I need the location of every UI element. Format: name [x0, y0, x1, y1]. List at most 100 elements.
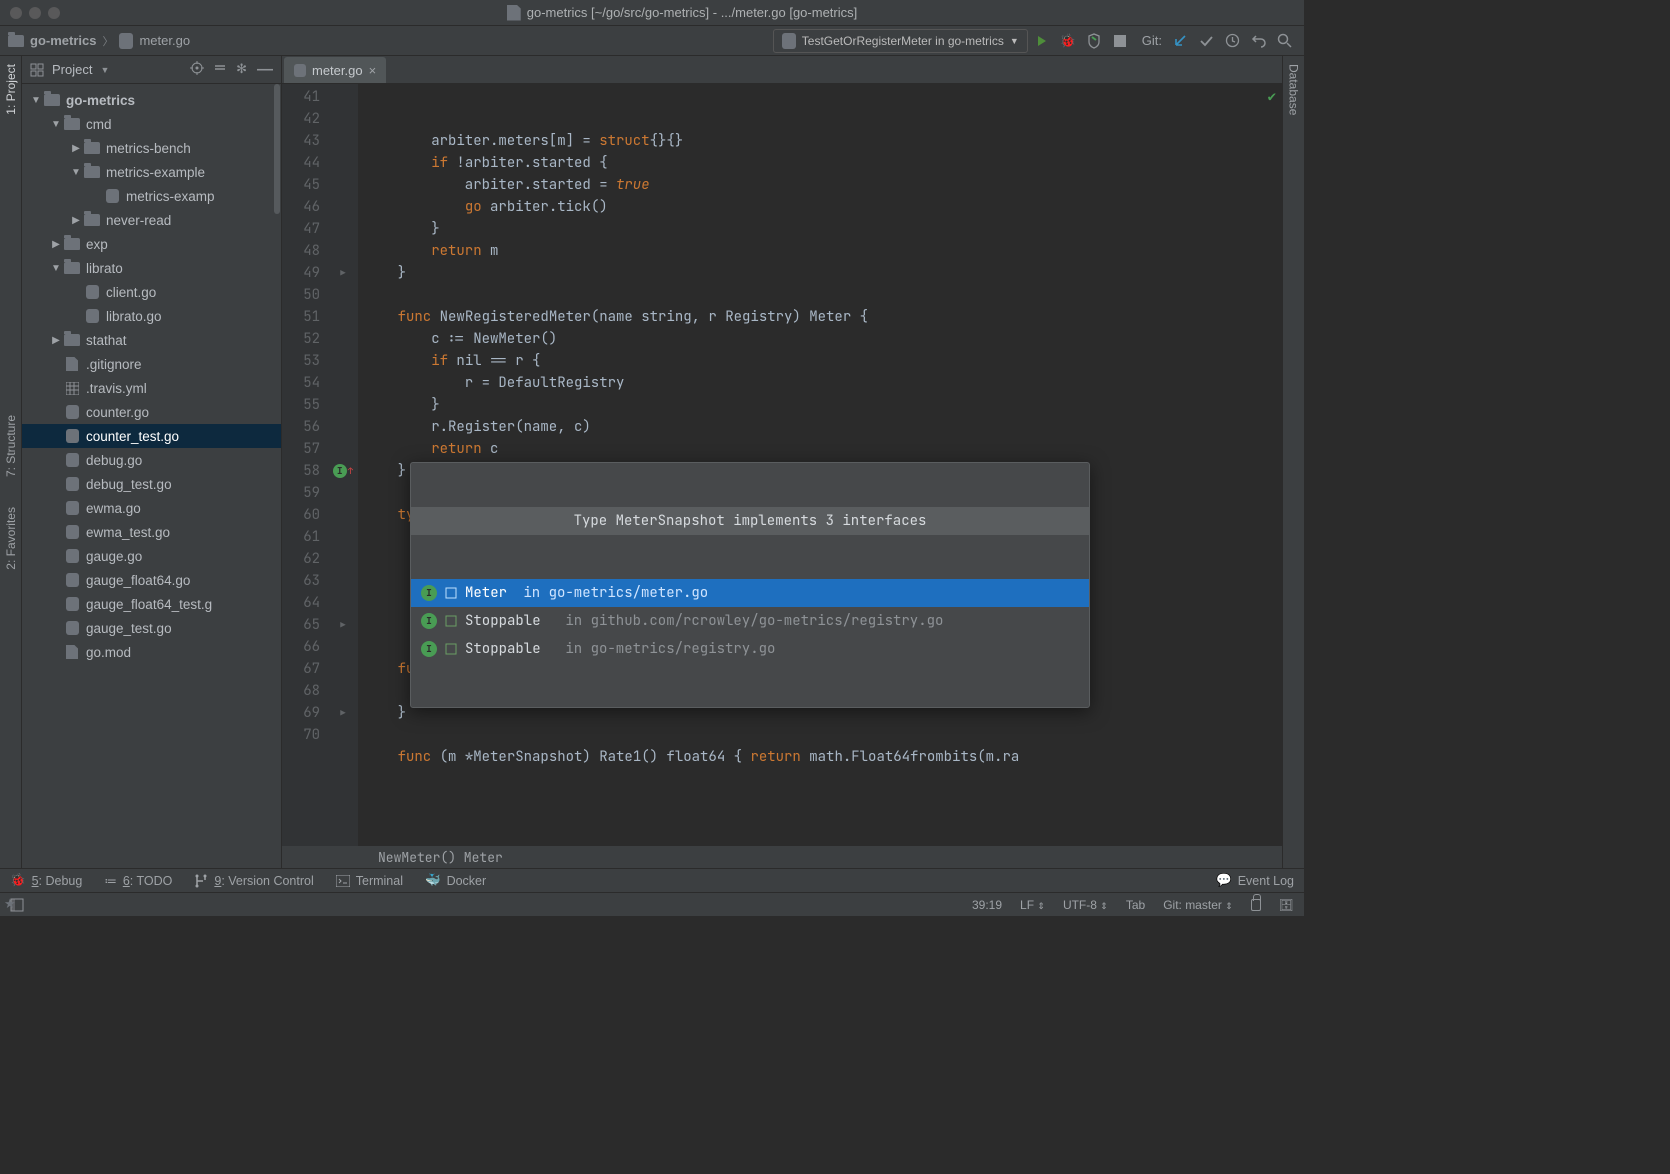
code-line[interactable]: }	[364, 394, 1282, 416]
code-line[interactable]: if nil == r {	[364, 350, 1282, 372]
code-line[interactable]: func (m *MeterSnapshot) Rate1() float64 …	[364, 746, 1282, 768]
editor-breadcrumb[interactable]: NewMeter() Meter	[282, 846, 1282, 868]
caret-position[interactable]: 39:19	[972, 898, 1002, 912]
tree-item[interactable]: counter.go	[22, 400, 281, 424]
todo-tool-tab[interactable]: ≔ 6: TODO	[104, 873, 172, 888]
tree-item[interactable]: counter_test.go	[22, 424, 281, 448]
tree-item[interactable]: ▶never-read	[22, 208, 281, 232]
breadcrumb[interactable]: go-metrics 〉 meter.go	[8, 33, 190, 49]
code-line[interactable]: if !arbiter.started {	[364, 152, 1282, 174]
lock-icon[interactable]	[1251, 899, 1261, 911]
project-tree[interactable]: ▼go-metrics▼cmd▶metrics-bench▼metrics-ex…	[22, 84, 281, 868]
indent-setting[interactable]: Tab	[1126, 898, 1145, 912]
code-line[interactable]	[364, 284, 1282, 306]
tree-arrow-icon[interactable]: ▼	[70, 167, 82, 178]
implements-item[interactable]: IMeter in go-metrics/meter.go	[411, 579, 1089, 607]
inspection-ok-icon[interactable]: ✔	[1268, 88, 1276, 106]
tree-item[interactable]: ▼metrics-example	[22, 160, 281, 184]
close-tab-icon[interactable]: ×	[369, 63, 377, 78]
tree-item[interactable]: debug.go	[22, 448, 281, 472]
vcs-commit-button[interactable]	[1194, 29, 1218, 53]
project-panel-title[interactable]: Project	[52, 62, 92, 77]
tree-item[interactable]: gauge_test.go	[22, 616, 281, 640]
tree-item[interactable]: metrics-examp	[22, 184, 281, 208]
editor-body[interactable]: 4142434445464748495051525354555657585960…	[282, 84, 1282, 846]
tree-arrow-icon[interactable]: ▼	[30, 95, 42, 106]
implements-item[interactable]: IStoppable in go-metrics/registry.go	[411, 635, 1089, 663]
tree-arrow-icon[interactable]: ▶	[70, 143, 82, 154]
tree-item[interactable]: gauge.go	[22, 544, 281, 568]
expand-all-icon[interactable]	[214, 61, 226, 79]
memory-indicator[interactable]: 🗄	[1279, 898, 1294, 912]
tree-item[interactable]: ewma.go	[22, 496, 281, 520]
code-line[interactable]: return m	[364, 240, 1282, 262]
file-encoding[interactable]: UTF-8 ⇕	[1063, 898, 1108, 912]
vcs-revert-button[interactable]	[1246, 29, 1270, 53]
tree-item[interactable]: client.go	[22, 280, 281, 304]
stop-button[interactable]	[1108, 29, 1132, 53]
code-line[interactable]: arbiter.started = true	[364, 174, 1282, 196]
code-line[interactable]: c := NewMeter()	[364, 328, 1282, 350]
tree-item[interactable]: .travis.yml	[22, 376, 281, 400]
breadcrumb-project[interactable]: go-metrics	[30, 33, 96, 48]
code-line[interactable]: return c	[364, 438, 1282, 460]
code-line[interactable]	[364, 768, 1282, 790]
database-tool-tab[interactable]: Database	[1287, 64, 1301, 115]
vcs-history-button[interactable]	[1220, 29, 1244, 53]
maximize-window-button[interactable]	[48, 7, 60, 19]
code-line[interactable]: r = DefaultRegistry	[364, 372, 1282, 394]
implements-item[interactable]: IStoppable in github.com/rcrowley/go-met…	[411, 607, 1089, 635]
run-button[interactable]	[1030, 29, 1054, 53]
hide-panel-icon[interactable]: —	[257, 61, 273, 79]
code-line[interactable]: arbiter.meters[m] = struct{}{}	[364, 130, 1282, 152]
gutter-icons[interactable]: ▶I↑▶▶	[328, 84, 358, 846]
version-control-tool-tab[interactable]: 9: Version Control	[194, 874, 313, 888]
tree-item[interactable]: ▼cmd	[22, 112, 281, 136]
tree-item[interactable]: librato.go	[22, 304, 281, 328]
code-line[interactable]: func NewRegisteredMeter(name string, r R…	[364, 306, 1282, 328]
vcs-update-button[interactable]	[1168, 29, 1192, 53]
code-line[interactable]: }	[364, 218, 1282, 240]
tab-meter-go[interactable]: meter.go ×	[284, 57, 386, 83]
tree-item[interactable]: ▶exp	[22, 232, 281, 256]
tree-item[interactable]: .gitignore	[22, 352, 281, 376]
line-separator[interactable]: LF ⇕	[1020, 898, 1045, 912]
tree-item[interactable]: ▶stathat	[22, 328, 281, 352]
search-button[interactable]	[1272, 29, 1296, 53]
code-line[interactable]	[364, 724, 1282, 746]
tree-item[interactable]: go.mod	[22, 640, 281, 664]
structure-tool-tab[interactable]: 7: Structure	[4, 415, 18, 477]
locate-icon[interactable]	[190, 61, 204, 79]
close-window-button[interactable]	[10, 7, 22, 19]
code-line[interactable]: r.Register(name, c)	[364, 416, 1282, 438]
chevron-down-icon[interactable]: ▼	[100, 65, 109, 75]
tree-arrow-icon[interactable]: ▼	[50, 263, 62, 274]
tree-item[interactable]: ▶metrics-bench	[22, 136, 281, 160]
code-line[interactable]: }	[364, 262, 1282, 284]
tree-item[interactable]: debug_test.go	[22, 472, 281, 496]
minimize-window-button[interactable]	[29, 7, 41, 19]
event-log-tab[interactable]: 💬 Event Log	[1216, 873, 1294, 888]
tree-scrollbar-thumb[interactable]	[274, 84, 280, 214]
tree-arrow-icon[interactable]: ▶	[50, 335, 62, 346]
breadcrumb-file[interactable]: meter.go	[139, 33, 190, 48]
tree-item[interactable]: ▼librato	[22, 256, 281, 280]
run-config-select[interactable]: TestGetOrRegisterMeter in go-metrics ▼	[773, 29, 1028, 53]
tree-item[interactable]: gauge_float64_test.g	[22, 592, 281, 616]
code-line[interactable]: go arbiter.tick()	[364, 196, 1282, 218]
docker-tool-tab[interactable]: 🐳 Docker	[425, 873, 486, 888]
coverage-button[interactable]	[1082, 29, 1106, 53]
gear-icon[interactable]: ✻	[236, 61, 247, 79]
tree-arrow-icon[interactable]: ▶	[70, 215, 82, 226]
tree-item[interactable]: ewma_test.go	[22, 520, 281, 544]
debug-tool-tab[interactable]: 🐞 5: Debug	[10, 873, 82, 888]
code-area[interactable]: arbiter.meters[m] = struct{}{} if !arbit…	[358, 84, 1282, 846]
tree-item[interactable]: gauge_float64.go	[22, 568, 281, 592]
favorites-tool-tab[interactable]: 2: Favorites	[4, 507, 18, 570]
terminal-tool-tab[interactable]: Terminal	[336, 874, 403, 888]
tree-arrow-icon[interactable]: ▶	[50, 239, 62, 250]
debug-button[interactable]: 🐞	[1056, 29, 1080, 53]
project-tool-tab[interactable]: 1: Project	[4, 64, 18, 115]
git-branch[interactable]: Git: master ⇕	[1163, 898, 1233, 912]
tree-arrow-icon[interactable]: ▼	[50, 119, 62, 130]
